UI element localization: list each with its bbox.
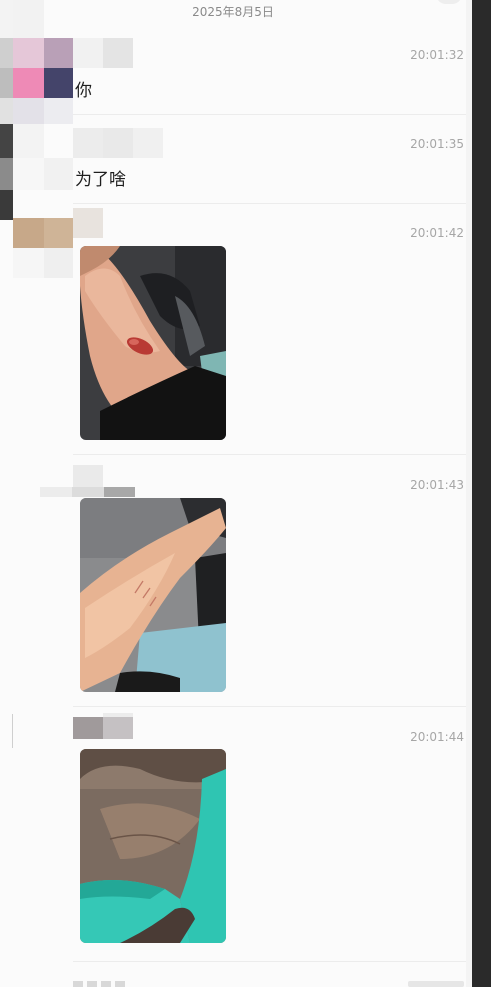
chat-message[interactable]: 20:01:35 为了啥 [0,125,466,205]
message-text[interactable]: 你 [75,76,92,101]
message-divider [73,203,466,204]
sender-name-redacted [73,128,163,158]
photo-image [80,498,226,692]
next-message-sender-partial [73,981,125,987]
message-photo-arm-injury[interactable] [80,246,226,440]
chat-message[interactable]: 20:01:44 [0,709,466,962]
message-text[interactable]: 为了啥 [75,165,126,190]
message-photo-arm-scratches[interactable] [80,498,226,692]
chat-history-pane: 2025年8月5日 20:01:32 你 20:01:35 为了啥 20:01:… [0,0,466,987]
message-timestamp: 20:01:42 [410,226,464,240]
sender-name-redacted [73,208,103,238]
message-photo-shoulder[interactable] [80,749,226,943]
message-divider [73,961,466,962]
sender-name-redacted [73,38,133,68]
photo-image [80,749,226,943]
chat-message[interactable]: 20:01:43 [0,457,466,707]
message-timestamp: 20:01:32 [410,48,464,62]
chat-message[interactable]: 20:01:42 [0,205,466,455]
message-divider [73,114,466,115]
sender-name-redacted [73,713,133,739]
chat-message[interactable]: 20:01:32 你 [0,36,466,122]
message-timestamp: 20:01:43 [410,478,464,492]
message-timestamp: 20:01:35 [410,137,464,151]
window-edge [466,0,491,987]
message-divider [73,454,466,455]
photo-image [80,246,226,440]
sender-name-redacted [73,465,103,487]
message-timestamp: 20:01:44 [410,730,464,744]
scrollbar-track[interactable] [466,0,472,987]
message-divider [73,706,466,707]
next-message-timestamp-partial [408,981,464,987]
